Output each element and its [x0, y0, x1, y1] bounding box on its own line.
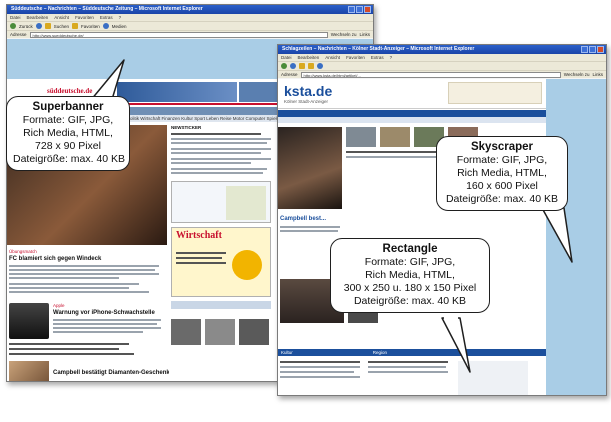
menu-help[interactable]: ? — [390, 54, 393, 61]
skyscraper-callout: Skyscraper Formate: GIF, JPG, Rich Media… — [436, 136, 568, 211]
ksta-logo[interactable]: ksta.de — [284, 83, 332, 99]
favorites-icon[interactable] — [308, 63, 314, 69]
skyscraper-line-4: Dateigröße: max. 40 KB — [445, 193, 559, 205]
back-icon[interactable] — [10, 23, 16, 29]
ksta-lead-photo — [278, 127, 342, 209]
superbanner-line-4: Dateigröße: max. 40 KB — [13, 153, 126, 165]
skyscraper-line-1: Formate: GIF, JPG, — [456, 154, 548, 166]
apple-section-label: Apple — [53, 303, 65, 308]
headline-campbell[interactable]: Campbell bestätigt Diamanten-Geschenk — [53, 370, 170, 376]
left-toolbar: Zurück Suchen Favoriten Medien — [7, 21, 373, 30]
rectangle-line-1: Formate: GIF, JPG, — [364, 256, 456, 268]
right-window-titlebar: Schlagzeilen – Nachrichten – Kölner Stad… — [278, 45, 606, 54]
superbanner-title: Superbanner — [32, 101, 104, 113]
forward-icon[interactable] — [35, 23, 42, 29]
right-address-bar: Adresse http://www.ksta.de/html/artikel/… — [278, 70, 606, 78]
ksta-section-bar: Kultur Region — [278, 349, 546, 356]
right-toolbar — [278, 61, 606, 70]
favorites-button[interactable]: Favoriten — [81, 24, 100, 29]
menu-datei[interactable]: Datei — [10, 14, 21, 21]
wirtschaft-logo: Wirtschaft — [176, 230, 222, 241]
rectangle-line-2: Rich Media, HTML, — [365, 269, 455, 281]
section-kultur[interactable]: Kultur — [281, 349, 293, 356]
address-label: Adresse — [10, 32, 27, 37]
links-button[interactable]: Links — [359, 32, 370, 37]
menu-datei[interactable]: Datei — [281, 54, 292, 61]
media-icon[interactable] — [102, 23, 109, 29]
ksta-site: ksta.de Kölner Stadt-Anzeiger Campbell b… — [278, 79, 546, 395]
left-window-title: Süddeutsche – Nachrichten – Süddeutsche … — [11, 6, 203, 12]
headline-fc[interactable]: FC blamiert sich gegen Windeck — [9, 256, 101, 262]
skyscraper-bubble-tail — [541, 206, 573, 263]
promo-box[interactable] — [171, 181, 271, 223]
menu-ansicht[interactable]: Ansicht — [325, 54, 340, 61]
media-button[interactable]: Medien — [112, 24, 127, 29]
search-icon[interactable] — [299, 63, 305, 69]
left-address-bar: Adresse http://www.sueddeutsche.de/ Wech… — [7, 30, 373, 38]
back-button[interactable]: Zurück — [19, 24, 33, 29]
menu-bearbeiten[interactable]: Bearbeiten — [298, 54, 320, 61]
menu-favoriten[interactable]: Favoriten — [75, 14, 94, 21]
right-window-title: Schlagzeilen – Nachrichten – Kölner Stad… — [282, 46, 475, 52]
section-region[interactable]: Region — [373, 349, 387, 356]
left-menubar: Datei Bearbeiten Ansicht Favoriten Extra… — [7, 14, 373, 21]
rectangle-callout: Rectangle Formate: GIF, JPG, Rich Media,… — [330, 238, 490, 313]
skyscraper-line-2: Rich Media, HTML, — [457, 167, 547, 179]
search-button[interactable]: Suchen — [54, 24, 69, 29]
skyscraper-line-3: 160 x 600 Pixel — [466, 180, 538, 192]
back-icon[interactable] — [281, 63, 287, 69]
superbanner-line-3: 728 x 90 Pixel — [35, 140, 101, 152]
address-label: Adresse — [281, 72, 298, 77]
superbanner-line-1: Formate: GIF, JPG, — [22, 114, 114, 126]
superbanner-callout: Superbanner Formate: GIF, JPG, Rich Medi… — [6, 96, 130, 171]
menu-bearbeiten[interactable]: Bearbeiten — [27, 14, 49, 21]
go-button[interactable]: Wechseln zu — [564, 72, 590, 77]
iphone-photo — [9, 303, 49, 339]
rectangle-ad-wirtschaft[interactable]: Wirtschaft — [171, 227, 271, 297]
rectangle-line-4: Dateigröße: max. 40 KB — [353, 295, 467, 307]
menu-favoriten[interactable]: Favoriten — [346, 54, 365, 61]
ksta-logo-sub: Kölner Stadt-Anzeiger — [284, 99, 329, 104]
right-menubar: Datei Bearbeiten Ansicht Favoriten Extra… — [278, 54, 606, 61]
address-input[interactable]: http://www.sueddeutsche.de/ — [29, 31, 328, 38]
headline-iphone[interactable]: Warnung vor iPhone-Schwachstelle — [53, 310, 155, 316]
ksta-header: ksta.de Kölner Stadt-Anzeiger — [278, 79, 546, 109]
maximize-button[interactable] — [589, 46, 596, 53]
go-button[interactable]: Wechseln zu — [331, 32, 357, 37]
maximize-button[interactable] — [356, 6, 363, 13]
rectangle-title: Rectangle — [382, 243, 438, 255]
campbell-photo — [9, 361, 49, 381]
headline-campbell-right[interactable]: Campbell best... — [280, 216, 326, 222]
left-window-titlebar: Süddeutsche – Nachrichten – Süddeutsche … — [7, 5, 373, 14]
menu-extras[interactable]: Extras — [371, 54, 384, 61]
close-button[interactable] — [364, 6, 371, 13]
minimize-button[interactable] — [581, 46, 588, 53]
address-input[interactable]: http://www.ksta.de/html/artikel/... — [300, 71, 561, 78]
media-icon[interactable] — [317, 63, 323, 69]
links-button[interactable]: Links — [592, 72, 603, 77]
superbanner-line-2: Rich Media, HTML, — [23, 127, 113, 139]
rectangle-line-3: 300 x 250 u. 180 x 150 Pixel — [343, 282, 477, 294]
forward-icon[interactable] — [290, 63, 296, 69]
skyscraper-title: Skyscraper — [470, 141, 534, 153]
menu-extras[interactable]: Extras — [100, 14, 113, 21]
menu-help[interactable]: ? — [119, 14, 122, 21]
search-icon[interactable] — [44, 23, 51, 29]
rectangle-bubble-tail — [441, 316, 471, 373]
minimize-button[interactable] — [348, 6, 355, 13]
close-button[interactable] — [597, 46, 604, 53]
menu-ansicht[interactable]: Ansicht — [54, 14, 69, 21]
favorites-icon[interactable] — [72, 23, 79, 29]
